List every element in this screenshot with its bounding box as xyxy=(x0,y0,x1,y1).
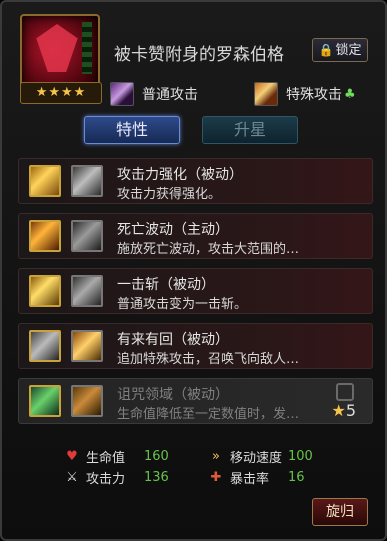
trait-title: 攻击力强化（被动） xyxy=(117,167,243,183)
trait-desc: 生命值降低至一定数值时，发… xyxy=(117,407,300,422)
hero-name: 被卡赞附身的罗森伯格 xyxy=(114,45,284,65)
trait-row-curse-domain[interactable]: 诅咒领域（被动） 生命值降低至一定数值时，发… ★5 xyxy=(18,378,373,424)
stat-crit-label: 暴击率 xyxy=(230,472,270,487)
trait-title: 诅咒领域（被动） xyxy=(117,387,229,403)
stat-hp: ♥ 生命值 160 xyxy=(64,447,169,466)
trait-title: 有来有回（被动） xyxy=(117,332,229,348)
stat-crit-value: 16 xyxy=(288,470,305,485)
normal-attack[interactable]: 普通攻击 xyxy=(110,82,198,106)
stat-move-speed-value: 100 xyxy=(288,449,313,464)
crosshair-icon: ✚ xyxy=(210,470,222,485)
dash-icon xyxy=(71,330,103,362)
slash-grey-icon xyxy=(71,275,103,307)
hero-portrait-figure xyxy=(36,24,78,72)
special-attack[interactable]: 特殊攻击 ♣ xyxy=(254,82,356,106)
sword-icon xyxy=(29,165,61,197)
flame-icon xyxy=(29,220,61,252)
stat-move-speed: » 移动速度 100 xyxy=(208,447,313,466)
stat-move-speed-label: 移动速度 xyxy=(230,451,283,466)
hero-portrait-spikes xyxy=(82,22,92,74)
back-button[interactable]: 旋归 xyxy=(312,498,368,526)
stat-crit: ✚ 暴击率 16 xyxy=(208,468,305,487)
lock-icon xyxy=(336,383,354,401)
lock-button-label: 锁定 xyxy=(335,43,362,58)
sword-icon: ⚔ xyxy=(66,470,78,485)
plant-icon: ♣ xyxy=(344,86,356,102)
boot-icon: » xyxy=(212,449,220,464)
trait-title: 一击斩（被动） xyxy=(117,277,215,293)
wind-icon xyxy=(29,330,61,362)
stat-hp-label: 生命值 xyxy=(86,451,126,466)
stat-hp-value: 160 xyxy=(144,449,169,464)
claw-icon xyxy=(71,220,103,252)
hero-star-rating: ★★★★ xyxy=(20,82,102,104)
star-requirement: ★5 xyxy=(331,401,356,420)
normal-attack-label: 普通攻击 xyxy=(142,87,198,103)
tab-traits[interactable]: 特性 xyxy=(84,116,180,144)
heart-icon: ♥ xyxy=(66,449,78,464)
special-attack-label: 特殊攻击 xyxy=(286,87,342,103)
lock-button[interactable]: 🔒 锁定 xyxy=(312,38,368,62)
tab-star-up[interactable]: 升星 xyxy=(202,116,298,144)
blade-icon xyxy=(71,165,103,197)
trait-title: 死亡波动（主动） xyxy=(117,222,229,238)
stat-attack-label: 攻击力 xyxy=(86,472,126,487)
special-attack-icon xyxy=(254,82,278,106)
trait-desc: 普通攻击变为一击斩。 xyxy=(117,297,248,312)
trait-row-attack-boost[interactable]: 攻击力强化（被动） 攻击力获得强化。 xyxy=(18,158,373,204)
trait-desc: 追加特殊攻击，召唤飞向敌人… xyxy=(117,352,300,367)
trait-row-back-and-forth[interactable]: 有来有回（被动） 追加特殊攻击，召唤飞向敌人… xyxy=(18,323,373,369)
stat-attack-value: 136 xyxy=(144,470,169,485)
trait-row-death-wave[interactable]: 死亡波动（主动） 施放死亡波动，攻击大范围的… xyxy=(18,213,373,259)
normal-attack-icon xyxy=(110,82,134,106)
hero-detail-panel: ★★★★ 被卡赞附身的罗森伯格 🔒 锁定 普通攻击 特殊攻击 ♣ 特性 升星 攻击… xyxy=(0,0,387,541)
star-icon: ★ xyxy=(331,401,346,420)
stat-attack: ⚔ 攻击力 136 xyxy=(64,468,169,487)
curse-icon xyxy=(29,385,61,417)
beast-icon xyxy=(71,385,103,417)
lock-icon: 🔒 xyxy=(318,43,334,57)
trait-desc: 施放死亡波动，攻击大范围的… xyxy=(117,242,300,257)
star-requirement-value: 5 xyxy=(345,401,356,420)
trait-row-one-hit-slash[interactable]: 一击斩（被动） 普通攻击变为一击斩。 xyxy=(18,268,373,314)
slash-icon xyxy=(29,275,61,307)
trait-desc: 攻击力获得强化。 xyxy=(117,187,222,202)
